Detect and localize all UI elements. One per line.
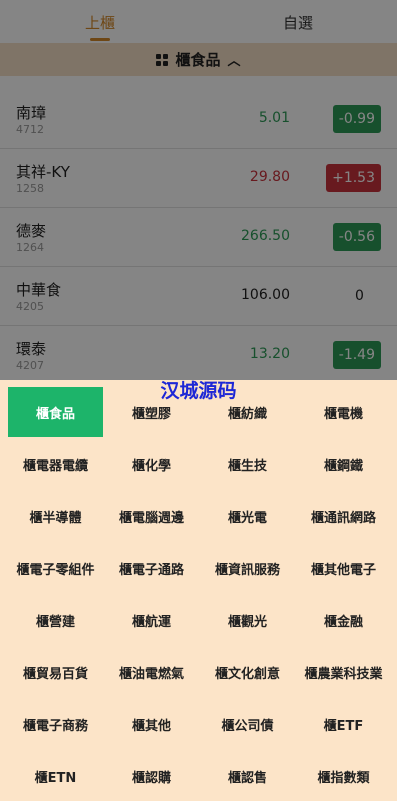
category-item[interactable]: 櫃認售	[200, 751, 295, 801]
category-item[interactable]: 櫃電腦週邊	[104, 491, 199, 541]
category-item[interactable]: 櫃農業科技業	[296, 647, 391, 697]
category-item[interactable]: 櫃公司債	[200, 699, 295, 749]
category-item[interactable]: 櫃電子零組件	[8, 543, 103, 593]
category-item[interactable]: 櫃半導體	[8, 491, 103, 541]
category-panel: 汉城源码 櫃食品 櫃塑膠 櫃紡織 櫃電機 櫃電器電纜 櫃化學 櫃生技 櫃鋼鐵 櫃半導體 櫃電腦週邊…	[0, 380, 397, 801]
category-item[interactable]: 櫃金融	[296, 595, 391, 645]
category-item[interactable]: 櫃電機	[296, 387, 391, 437]
category-item[interactable]: 櫃認購	[104, 751, 199, 801]
category-item[interactable]: 櫃資訊服務	[200, 543, 295, 593]
category-item[interactable]: 櫃貿易百貨	[8, 647, 103, 697]
dim-overlay[interactable]	[0, 0, 397, 380]
category-item[interactable]: 櫃鋼鐵	[296, 439, 391, 489]
category-item[interactable]: 櫃其他電子	[296, 543, 391, 593]
category-item[interactable]: 櫃化學	[104, 439, 199, 489]
category-item[interactable]: 櫃紡織	[200, 387, 295, 437]
category-item[interactable]: 櫃電器電纜	[8, 439, 103, 489]
category-item[interactable]: 櫃營建	[8, 595, 103, 645]
category-item[interactable]: 櫃油電燃氣	[104, 647, 199, 697]
category-item[interactable]: 櫃指數類	[296, 751, 391, 801]
category-item[interactable]: 櫃生技	[200, 439, 295, 489]
category-item[interactable]: 櫃航運	[104, 595, 199, 645]
category-item[interactable]: 櫃其他	[104, 699, 199, 749]
category-item[interactable]: 櫃食品	[8, 387, 103, 437]
category-item[interactable]: 櫃通訊網路	[296, 491, 391, 541]
category-item[interactable]: 櫃塑膠	[104, 387, 199, 437]
category-item[interactable]: 櫃文化創意	[200, 647, 295, 697]
category-item[interactable]: 櫃電子通路	[104, 543, 199, 593]
category-item[interactable]: 櫃ETN	[8, 751, 103, 801]
category-item[interactable]: 櫃電子商務	[8, 699, 103, 749]
category-item[interactable]: 櫃光電	[200, 491, 295, 541]
category-item[interactable]: 櫃ETF	[296, 699, 391, 749]
category-item[interactable]: 櫃觀光	[200, 595, 295, 645]
